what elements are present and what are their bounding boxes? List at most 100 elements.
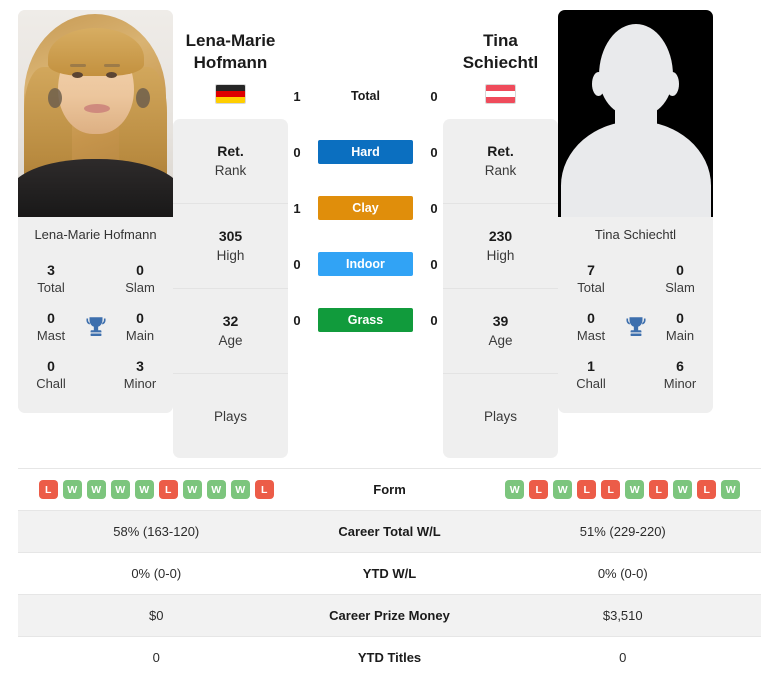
left-titles-main-value: 0 bbox=[136, 310, 144, 326]
left-titles-row-3: 0 Chall 3 Minor bbox=[18, 351, 173, 399]
right-player-photo bbox=[558, 10, 713, 217]
table-row: 58% (163-120) Career Total W/L 51% (229-… bbox=[18, 510, 761, 552]
left-titles-main: 0 Main bbox=[117, 309, 163, 345]
photo-mouth bbox=[84, 104, 110, 113]
left-info-rank-label: Rank bbox=[214, 163, 247, 178]
table-label-form: Form bbox=[373, 482, 406, 497]
surface-clay-bar[interactable]: Clay bbox=[318, 196, 413, 220]
left-info-high: 305 High bbox=[173, 204, 288, 289]
left-titles-chall-label: Chall bbox=[36, 376, 66, 391]
left-form-badge-6[interactable]: W bbox=[182, 480, 202, 499]
right-info-rank: Ret. Rank bbox=[443, 119, 558, 204]
right-info-high-value: 230 bbox=[488, 228, 513, 244]
right-form-badge-9[interactable]: W bbox=[721, 480, 741, 499]
surface-total-right-score: 0 bbox=[430, 88, 438, 104]
surface-indoor-bar[interactable]: Indoor bbox=[318, 252, 413, 276]
right-titles-minor: 6 Minor bbox=[657, 357, 703, 393]
silhouette-body bbox=[560, 121, 711, 217]
left-titles-total-value: 3 bbox=[47, 262, 55, 278]
right-form-badge-2[interactable]: W bbox=[553, 480, 573, 499]
left-form-badge-5[interactable]: L bbox=[158, 480, 178, 499]
right-form-badge-4[interactable]: L bbox=[601, 480, 621, 499]
silhouette-head bbox=[598, 24, 673, 116]
left-form-badge-7[interactable]: W bbox=[206, 480, 226, 499]
left-info-age-label: Age bbox=[218, 333, 243, 348]
left-player-photo bbox=[18, 10, 173, 217]
surface-total-left-score: 1 bbox=[293, 88, 301, 104]
germany-flag-icon bbox=[215, 84, 246, 104]
surface-indoor-left-score: 0 bbox=[293, 256, 301, 272]
right-player-last-name: Schiechtl bbox=[462, 53, 539, 72]
right-player-first-name: Tina bbox=[483, 31, 518, 50]
table-label-career-wl: Career Total W/L bbox=[338, 524, 441, 539]
right-form-badge-7[interactable]: W bbox=[673, 480, 693, 499]
surface-hard-bar[interactable]: Hard bbox=[318, 140, 413, 164]
left-form-badge-9[interactable]: L bbox=[254, 480, 274, 499]
right-info-rank-value: Ret. bbox=[487, 143, 514, 159]
left-titles-mast: 0 Mast bbox=[28, 309, 74, 345]
table-row-form: LWWWWLWWWL Form WLWLLWLWLW bbox=[18, 468, 761, 510]
right-titles-total: 7 Total bbox=[568, 261, 614, 297]
right-info-age-label: Age bbox=[488, 333, 513, 348]
left-form-badge-8[interactable]: W bbox=[230, 480, 250, 499]
left-info-plays: Plays bbox=[173, 374, 288, 458]
left-titles-chall-value: 0 bbox=[47, 358, 55, 374]
photo-brow-right bbox=[104, 64, 120, 67]
right-form-badge-5[interactable]: W bbox=[625, 480, 645, 499]
right-form-badge-3[interactable]: L bbox=[577, 480, 597, 499]
surface-hard-left-score: 0 bbox=[293, 144, 301, 160]
left-form-badge-1[interactable]: W bbox=[62, 480, 82, 499]
left-titles-card: 3 Total 0 Slam 0 Mast 0 Main 0 Chall 3 M… bbox=[18, 251, 173, 413]
left-titles-total: 3 Total bbox=[28, 261, 74, 297]
right-titles-slam: 0 Slam bbox=[657, 261, 703, 297]
right-titles-row-2: 0 Mast 0 Main bbox=[558, 303, 713, 351]
right-info-high: 230 High bbox=[443, 204, 558, 289]
left-form-badge-0[interactable]: L bbox=[38, 480, 58, 499]
left-titles-minor-value: 3 bbox=[136, 358, 144, 374]
table-label-prize-money: Career Prize Money bbox=[329, 608, 450, 623]
right-titles-main-label: Main bbox=[665, 328, 695, 343]
right-form-badge-0[interactable]: W bbox=[505, 480, 525, 499]
right-player-card: Tina Schiechtl 7 Total 0 Slam 0 Mast 0 M… bbox=[558, 10, 713, 413]
left-player-info-column: Lena-Marie Hofmann Ret. Rank 305 High 32 bbox=[173, 10, 288, 458]
right-player-info-card: Ret. Rank 230 High 39 Age Plays bbox=[443, 119, 558, 458]
surface-grass-bar[interactable]: Grass bbox=[318, 308, 413, 332]
left-form-cell: LWWWWLWWWL bbox=[18, 480, 295, 499]
right-info-age-value: 39 bbox=[492, 313, 509, 329]
left-titles-slam-label: Slam bbox=[125, 280, 155, 295]
left-info-age-value: 32 bbox=[222, 313, 239, 329]
left-player-info-card: Ret. Rank 305 High 32 Age Plays bbox=[173, 119, 288, 458]
left-titles-slam-value: 0 bbox=[136, 262, 144, 278]
right-player-name: Tina Schiechtl bbox=[463, 30, 539, 74]
right-form-badge-8[interactable]: L bbox=[697, 480, 717, 499]
surface-grass-right-score: 0 bbox=[430, 312, 438, 328]
right-prize-money-value: $3,510 bbox=[602, 608, 643, 623]
right-titles-slam-value: 0 bbox=[676, 262, 684, 278]
left-form-badge-2[interactable]: W bbox=[86, 480, 106, 499]
left-player-first-name: Lena-Marie bbox=[185, 31, 276, 50]
right-titles-total-label: Total bbox=[577, 280, 605, 295]
left-player-card: Lena-Marie Hofmann 3 Total 0 Slam 0 Mast… bbox=[18, 10, 173, 413]
right-titles-slam-label: Slam bbox=[665, 280, 695, 295]
right-titles-chall-label: Chall bbox=[576, 376, 606, 391]
left-titles-minor-label: Minor bbox=[123, 376, 157, 391]
right-form-badge-6[interactable]: L bbox=[649, 480, 669, 499]
left-form-badge-3[interactable]: W bbox=[110, 480, 130, 499]
right-titles-mast-value: 0 bbox=[587, 310, 595, 326]
surface-comparison-column: 1 Total 0 0 Hard 0 1 Clay 0 0 Indoor 0 0 bbox=[288, 10, 443, 348]
right-player-caption: Tina Schiechtl bbox=[558, 217, 713, 251]
trophy-icon bbox=[621, 312, 651, 342]
left-info-high-label: High bbox=[216, 248, 245, 263]
right-ytd-titles-value: 0 bbox=[619, 650, 627, 665]
surface-row-hard: 0 Hard 0 bbox=[288, 124, 443, 180]
photo-eye-right bbox=[106, 72, 117, 78]
left-player-name: Lena-Marie Hofmann bbox=[186, 30, 276, 74]
left-form-badge-4[interactable]: W bbox=[134, 480, 154, 499]
right-ytd-wl-value: 0% (0-0) bbox=[597, 566, 648, 581]
left-titles-chall: 0 Chall bbox=[28, 357, 74, 393]
left-info-rank-value: Ret. bbox=[217, 143, 244, 159]
left-titles-mast-label: Mast bbox=[36, 328, 66, 343]
right-form-badge-1[interactable]: L bbox=[529, 480, 549, 499]
